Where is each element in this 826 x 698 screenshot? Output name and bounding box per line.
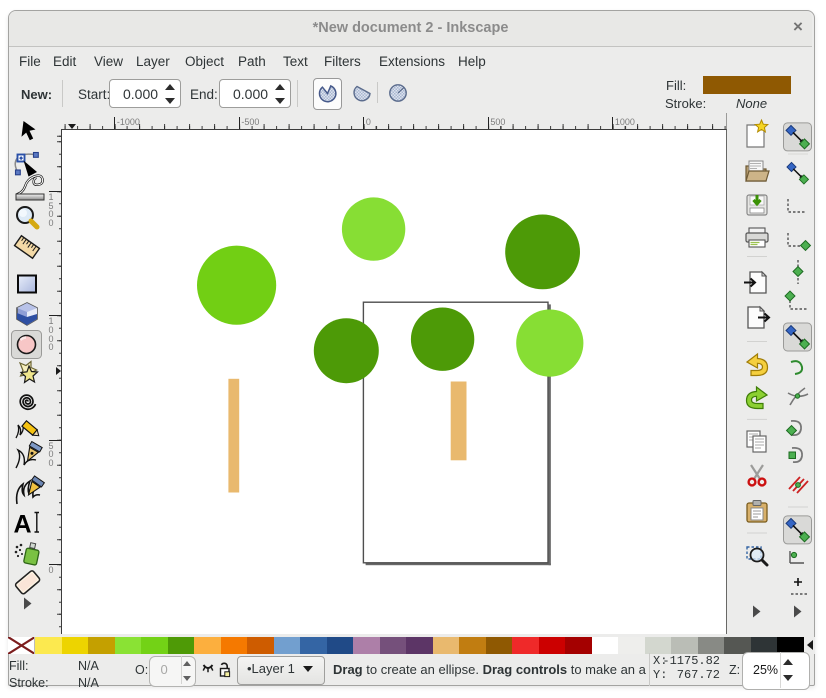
svg-text:A: A <box>14 511 32 539</box>
